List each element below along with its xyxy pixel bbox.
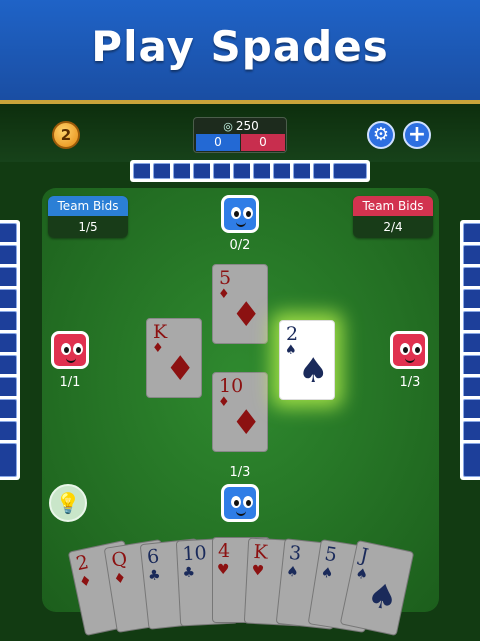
team-bids-right-label: Team Bids: [353, 196, 433, 216]
lightbulb-icon[interactable]: 💡: [49, 484, 87, 522]
hand-card-suit: ♣: [182, 564, 196, 582]
hand-card-suit: ♣: [147, 567, 162, 585]
hand-card-rank: J: [358, 544, 371, 568]
hand-card-suit: ♦: [112, 570, 128, 588]
hand-card-rank: Q: [110, 547, 129, 572]
played-card-top: 5 ♦ ♦: [212, 264, 268, 344]
partner-avatar[interactable]: [221, 195, 259, 233]
right-opponent-avatar[interactable]: [390, 331, 428, 369]
team-bids-left-value: 1/5: [48, 216, 128, 238]
partner-card-back: [330, 160, 370, 182]
hand-card-suit: ♥: [217, 562, 230, 578]
scoreboard: ◎ 250 0 0: [193, 117, 287, 153]
target-score: ◎ 250: [194, 119, 288, 133]
hand-card-suit: ♠: [285, 563, 300, 581]
left-opponent-avatar[interactable]: [51, 331, 89, 369]
team-blue-score: 0: [196, 134, 240, 151]
title-banner: Play Spades: [0, 0, 480, 104]
hand-card-rank: 10: [181, 541, 208, 566]
hand-card-rank: 6: [145, 545, 161, 569]
hand-card-suit: ♥: [251, 562, 265, 580]
player-bid: 1/3: [229, 465, 251, 480]
hand-card-suit: ♠: [353, 565, 370, 584]
team-red-score: 0: [241, 134, 285, 151]
hand-card-rank: 5: [323, 542, 339, 567]
played-card-left: K ♦ ♦: [146, 318, 202, 398]
banner-title: Play Spades: [91, 22, 389, 71]
player-avatar[interactable]: [221, 484, 259, 522]
left-card-back: [0, 440, 20, 480]
hand-card-pip: ♠: [363, 574, 402, 621]
hand-card-suit: ♠: [319, 564, 335, 583]
level-badge[interactable]: 2: [52, 121, 80, 149]
hand-card-rank: 2: [74, 551, 91, 576]
hand-card-suit: ♦: [77, 572, 94, 592]
target-icon: ◎: [223, 120, 233, 133]
hand-card-rank: 3: [288, 541, 303, 565]
hand-card-rank: K: [252, 540, 269, 564]
right-card-back: [460, 440, 480, 480]
gear-icon[interactable]: ⚙: [367, 121, 395, 149]
partner-bid: 0/2: [229, 238, 251, 253]
played-card-bottom: 10 ♦ ♦: [212, 372, 268, 452]
right-opponent-bid: 1/3: [399, 375, 421, 390]
team-bids-right-value: 2/4: [353, 216, 433, 238]
hand-card-rank: 4: [218, 540, 231, 562]
team-bids-left-label: Team Bids: [48, 196, 128, 216]
team-bids-left: Team Bids 1/5: [48, 196, 128, 238]
left-opponent-bid: 1/1: [59, 375, 81, 390]
plus-icon[interactable]: +: [403, 121, 431, 149]
team-bids-right: Team Bids 2/4: [353, 196, 433, 238]
played-card-right-winning: 2 ♠ ♠: [279, 320, 335, 400]
target-score-value: 250: [235, 119, 259, 133]
